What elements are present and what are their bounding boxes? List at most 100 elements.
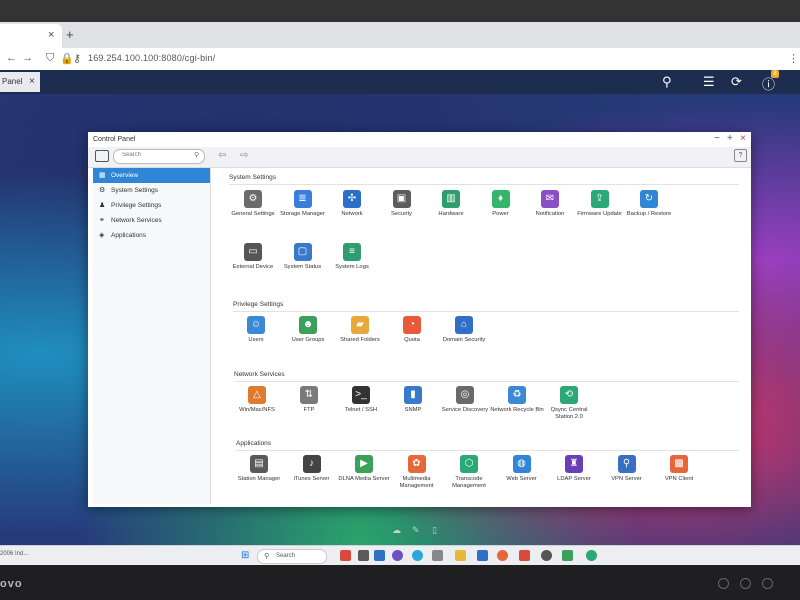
firmware-icon: ⇪ <box>590 190 609 208</box>
maximize-icon[interactable]: + <box>727 133 733 144</box>
firefox-icon[interactable] <box>497 550 508 561</box>
home-icon[interactable] <box>95 150 109 162</box>
app-icon[interactable] <box>374 550 385 561</box>
app-icon[interactable] <box>519 550 530 561</box>
store-icon[interactable] <box>477 550 488 561</box>
sidebar-item-overview[interactable]: ▦ Overview <box>93 168 210 183</box>
settings-icon[interactable] <box>541 550 552 561</box>
app-tile[interactable]: ⚙ General Settings <box>225 190 281 230</box>
sidebar-item-system-settings[interactable]: ⚙ System Settings <box>93 183 210 198</box>
help-button[interactable]: ? <box>734 149 747 162</box>
app-tile[interactable]: ◍ Web Server <box>494 455 550 495</box>
app-tile[interactable]: ⌂ Domain Security <box>436 316 492 356</box>
back-arrow-icon[interactable]: ⇦ <box>218 150 226 161</box>
pie-icon: ◔ <box>403 316 421 334</box>
user-group-icon: ☻ <box>299 316 317 334</box>
app-tile[interactable]: ≡ System Logs <box>324 243 380 283</box>
app-tile[interactable]: ▰ Shared Folders <box>332 316 388 356</box>
app-tile[interactable]: ☺ Users <box>228 316 284 356</box>
app-tile[interactable]: ♦ Power <box>473 190 529 230</box>
url-text[interactable]: 169.254.100.100:8080/cgi-bin/ <box>88 53 215 63</box>
app-tile[interactable]: △ Win/Mac/NFS <box>229 386 285 426</box>
app-tile[interactable]: ▢ System Status <box>275 243 331 283</box>
app-tile[interactable]: ✿ Multimedia Management <box>389 455 445 495</box>
chat-icon[interactable] <box>392 550 403 561</box>
sidebar-item-label: Network Services <box>111 217 162 224</box>
monitor-button[interactable] <box>740 578 751 589</box>
sidebar-item-privilege-settings[interactable]: ♟ Privilege Settings <box>93 198 210 213</box>
app-tile[interactable]: ✣ Network <box>324 190 380 230</box>
sidebar-item-applications[interactable]: ◈ Applications <box>93 228 210 243</box>
search-input[interactable] <box>120 151 194 159</box>
folder-icon[interactable] <box>455 550 466 561</box>
forward-arrow-icon[interactable]: ⇨ <box>240 150 248 161</box>
app-tile[interactable]: >_ Telnet / SSH <box>333 386 389 426</box>
monitor-button[interactable] <box>762 578 773 589</box>
more-icon[interactable]: ⋮ <box>788 52 799 65</box>
app-tile[interactable]: ▮ SNMP <box>385 386 441 426</box>
app-tile[interactable]: ♜ LDAP Server <box>546 455 602 495</box>
app-tile[interactable]: ◎ Service Discovery <box>437 386 493 426</box>
tab-close-icon[interactable]: × <box>48 29 54 41</box>
sidebar-item-network-services[interactable]: ⚭ Network Services <box>93 213 210 228</box>
search-icon: ⚲ <box>264 553 270 560</box>
app-icon[interactable] <box>340 550 351 561</box>
app-label: Shared Folders <box>340 337 380 343</box>
app-tile[interactable]: ⇪ Firmware Update <box>572 190 628 230</box>
app-label: VPN Server <box>611 476 642 482</box>
app-icon[interactable] <box>358 550 369 561</box>
close-icon[interactable]: × <box>740 133 746 144</box>
app-tile[interactable]: ↻ Backup / Restore <box>621 190 677 230</box>
app-tile[interactable]: ✉ Notification <box>522 190 578 230</box>
browser-tab[interactable]: × <box>0 24 62 48</box>
app-tile[interactable]: ▣ Security <box>374 190 430 230</box>
app-tile[interactable]: ▭ External Device <box>225 243 281 283</box>
log-icon: ≡ <box>343 243 361 261</box>
close-icon[interactable]: × <box>29 76 35 87</box>
terminal-icon: >_ <box>352 386 370 404</box>
app-tile[interactable]: ≣ Storage Manager <box>275 190 331 230</box>
forward-icon[interactable]: → <box>22 52 33 64</box>
app-label: Power <box>492 211 509 217</box>
ldap-icon: ♜ <box>565 455 583 473</box>
app-label: Telnet / SSH <box>344 407 378 413</box>
app-tile[interactable]: ♪ iTunes Server <box>284 455 340 495</box>
monitor-button[interactable] <box>718 578 729 589</box>
cloud-icon[interactable]: ☁ <box>392 525 401 536</box>
app-tile[interactable]: ▩ VPN Client <box>651 455 707 495</box>
app-icon[interactable] <box>432 550 443 561</box>
key-icon[interactable]: ⚷ <box>73 52 81 65</box>
app-tile[interactable]: ⬡ Transcode Management <box>441 455 497 495</box>
search-icon[interactable]: ⚲ <box>662 74 672 90</box>
new-tab-button[interactable]: + <box>66 27 74 42</box>
search-box[interactable]: ⚲ <box>113 149 205 164</box>
edge-icon[interactable] <box>412 550 423 561</box>
app-tile[interactable]: ▥ Hardware <box>423 190 479 230</box>
app-tile[interactable]: ▶ DLNA Media Server <box>336 455 392 495</box>
minimize-icon[interactable]: − <box>714 133 720 144</box>
app-tile[interactable]: ◔ Quota <box>384 316 440 356</box>
app-tile[interactable]: ▤ Station Manager <box>231 455 287 495</box>
event-icon[interactable]: ⟳ <box>731 74 742 90</box>
app-icon[interactable] <box>562 550 573 561</box>
address-bar[interactable]: ← → ⛉ 🔒 ⚷ 169.254.100.100:8080/cgi-bin/ … <box>0 48 800 71</box>
lock-icon[interactable]: 🔒 <box>60 52 74 65</box>
search-icon[interactable]: ⚲ <box>194 151 199 159</box>
tasks-icon[interactable]: ☰ <box>703 74 715 90</box>
taskbar-search[interactable]: ⚲ Search <box>257 549 327 564</box>
folder-icon: ▰ <box>351 316 369 334</box>
app-tile[interactable]: ☻ User Groups <box>280 316 336 356</box>
windows-start-icon[interactable]: ⊞ <box>241 550 249 561</box>
app-icon[interactable] <box>586 550 597 561</box>
app-tile[interactable]: ⚲ VPN Server <box>599 455 655 495</box>
shield-icon[interactable]: ⛉ <box>46 52 54 65</box>
backup-icon: ↻ <box>640 190 658 208</box>
app-tile[interactable]: ♻ Network Recycle Bin <box>489 386 545 426</box>
qts-window-tab[interactable]: Panel × <box>0 72 40 92</box>
lock-icon: ▣ <box>392 190 411 208</box>
back-icon[interactable]: ← <box>6 52 17 64</box>
book-icon[interactable]: ▯ <box>432 525 437 536</box>
app-tile[interactable]: ⟲ Qsync Central Station 2.0 <box>541 386 597 426</box>
tools-icon[interactable]: ✎ <box>412 525 420 536</box>
app-tile[interactable]: ⇅ FTP <box>281 386 337 426</box>
